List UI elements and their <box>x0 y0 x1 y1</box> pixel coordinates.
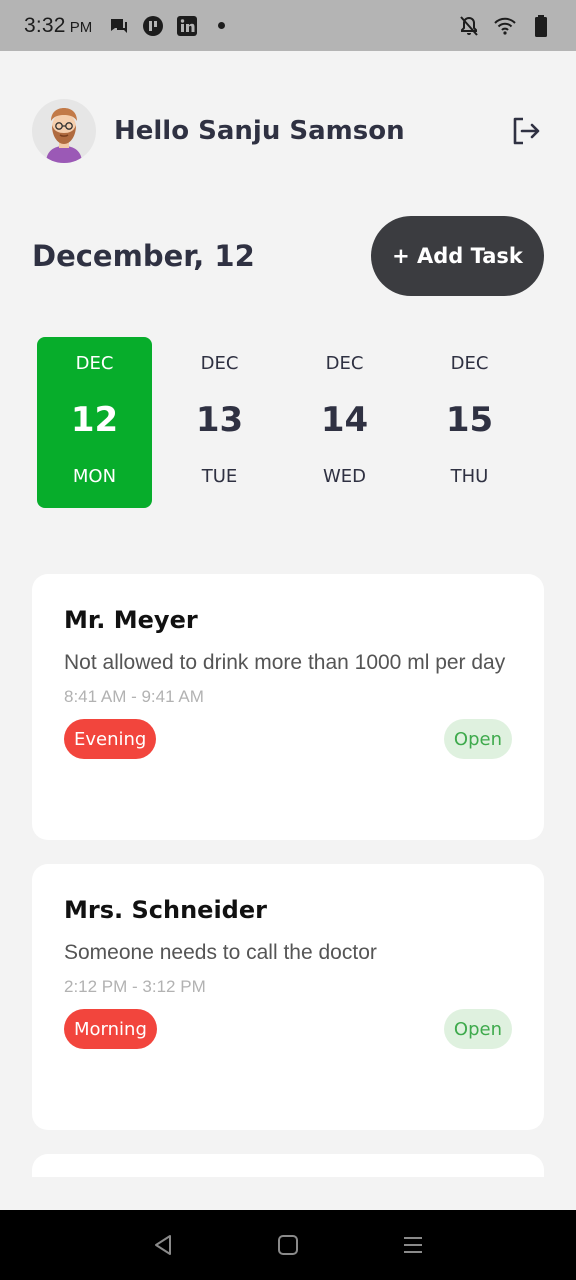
greeting-text: Hello Sanju Samson <box>114 116 405 146</box>
day-selector: DEC 12 MON DEC 13 TUE DEC 14 WED DEC 15 … <box>37 337 537 508</box>
day-number: 12 <box>70 400 119 440</box>
day-weekday: TUE <box>201 466 238 487</box>
day-item-13[interactable]: DEC 13 TUE <box>162 337 277 508</box>
home-icon[interactable] <box>268 1225 308 1265</box>
day-weekday: MON <box>72 466 117 487</box>
current-date-title: December, 12 <box>32 239 255 273</box>
add-task-button[interactable]: + Add Task <box>371 216 544 296</box>
task-patient-name: Mrs. Schneider <box>64 896 267 924</box>
linkedin-icon <box>176 15 198 37</box>
task-time: 2:12 PM - 3:12 PM <box>64 977 206 996</box>
day-number: 13 <box>195 400 244 440</box>
day-item-12[interactable]: DEC 12 MON <box>37 337 152 508</box>
task-patient-name: Mr. Meyer <box>64 606 198 634</box>
period-badge: Evening <box>64 719 157 759</box>
notifications-off-icon <box>458 15 480 37</box>
message-icon <box>108 15 130 37</box>
status-time: 3:32 <box>24 13 66 37</box>
menu-icon[interactable] <box>393 1225 433 1265</box>
task-card-partial[interactable] <box>32 1154 544 1177</box>
status-badge: Open <box>443 719 512 759</box>
status-ampm: PM <box>69 19 93 36</box>
status-bar: 3:32 PM <box>0 0 576 51</box>
task-tags: Morning Open <box>64 1009 512 1049</box>
app-icon <box>142 15 164 37</box>
task-card[interactable]: Mr. Meyer Not allowed to drink more than… <box>32 574 544 840</box>
logout-icon[interactable] <box>508 113 544 149</box>
period-badge: Morning <box>64 1009 157 1049</box>
task-description: Not allowed to drink more than 1000 ml p… <box>64 651 506 674</box>
day-month: DEC <box>450 353 489 374</box>
date-row: December, 12 + Add Task <box>32 216 544 296</box>
task-description: Someone needs to call the doctor <box>64 941 377 964</box>
day-number: 14 <box>320 400 369 440</box>
day-item-15[interactable]: DEC 15 THU <box>412 337 527 508</box>
notification-dot <box>218 22 226 29</box>
battery-icon <box>530 14 552 37</box>
user-avatar[interactable] <box>32 99 96 163</box>
status-badge: Open <box>443 1009 512 1049</box>
day-weekday: THU <box>450 466 489 487</box>
wifi-icon <box>494 15 516 37</box>
system-nav-bar <box>0 1210 576 1280</box>
task-card[interactable]: Mrs. Schneider Someone needs to call the… <box>32 864 544 1130</box>
task-time: 8:41 AM - 9:41 AM <box>64 687 204 706</box>
back-icon[interactable] <box>143 1225 183 1265</box>
day-item-14[interactable]: DEC 14 WED <box>287 337 402 508</box>
day-weekday: WED <box>322 466 367 487</box>
day-month: DEC <box>200 353 239 374</box>
header: Hello Sanju Samson <box>32 98 544 164</box>
day-number: 15 <box>445 400 494 440</box>
day-month: DEC <box>75 353 114 374</box>
day-month: DEC <box>325 353 364 374</box>
task-tags: Evening Open <box>64 719 512 759</box>
